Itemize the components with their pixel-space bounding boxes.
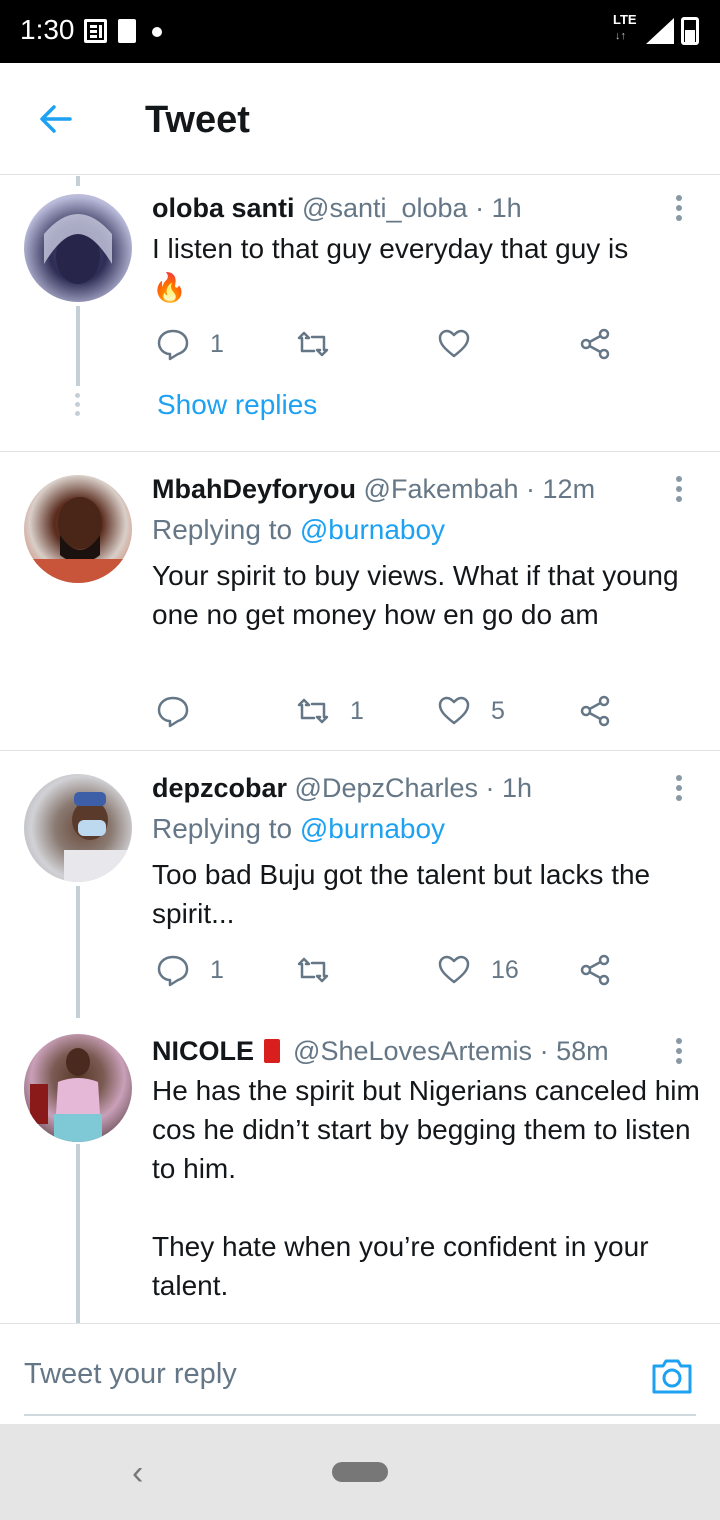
display-name[interactable]: depzcobar: [152, 773, 287, 803]
thread-gap-dots: [75, 393, 81, 420]
replying-to: Replying to @burnaboy: [152, 514, 445, 546]
replying-to-handle[interactable]: @burnaboy: [300, 813, 445, 844]
more-options-icon[interactable]: [676, 476, 684, 502]
timestamp: · 58m: [539, 1036, 609, 1066]
heart-icon: [438, 696, 470, 725]
replying-to-label: Replying to: [152, 514, 293, 545]
divider: [0, 451, 720, 452]
reply-icon: [157, 955, 189, 987]
reply-count: 1: [210, 955, 224, 984]
data-arrows-icon: ↓↑: [615, 30, 626, 42]
reply-icon: [157, 329, 189, 361]
heart-icon: [438, 955, 470, 984]
handle[interactable]: @santi_oloba: [302, 193, 468, 223]
avatar[interactable]: [24, 1034, 132, 1142]
app-header: Tweet: [0, 63, 720, 175]
handle[interactable]: @DepzCharles: [295, 773, 478, 803]
thread-line: [76, 886, 80, 1018]
thread-line: [76, 306, 80, 386]
heart-icon: [438, 329, 470, 358]
tweet-header: depzcobar @DepzCharles · 1h: [152, 773, 532, 804]
red-envelope-emoji: [263, 1039, 280, 1063]
status-time: 1:30: [20, 14, 75, 45]
tweet-text: Too bad Buju got the talent but lacks th…: [152, 859, 651, 929]
share-button[interactable]: [578, 693, 612, 729]
nav-home-pill[interactable]: [332, 1462, 388, 1482]
nav-back-icon[interactable]: ‹: [132, 1454, 143, 1493]
more-options-icon[interactable]: [676, 775, 684, 801]
share-icon: [580, 954, 610, 986]
display-name[interactable]: oloba santi: [152, 193, 295, 223]
tweet-header: MbahDeyforyou @Fakembah · 12m: [152, 474, 595, 505]
retweet-icon: [297, 331, 329, 357]
display-name[interactable]: NICOLE: [152, 1036, 254, 1066]
like-button[interactable]: 16: [437, 952, 519, 988]
like-button[interactable]: 5: [437, 693, 505, 729]
replying-to-handle[interactable]: @burnaboy: [300, 514, 445, 545]
display-name[interactable]: MbahDeyforyou: [152, 474, 356, 504]
share-icon: [580, 328, 610, 360]
tweet-paragraph: He has the spirit but Nigerians canceled…: [152, 1075, 700, 1184]
avatar[interactable]: [24, 774, 132, 882]
notification-dot-icon: [152, 27, 162, 37]
camera-icon[interactable]: [650, 1356, 694, 1396]
page-title: Tweet: [145, 99, 250, 141]
tweet-text: Your spirit to buy views. What if that y…: [152, 560, 679, 630]
back-arrow-icon[interactable]: [36, 99, 76, 139]
more-options-icon[interactable]: [676, 195, 684, 221]
timestamp: · 1h: [475, 193, 522, 223]
replying-to: Replying to @burnaboy: [152, 813, 445, 845]
like-count: 16: [491, 955, 519, 984]
retweet-button[interactable]: [296, 952, 330, 988]
handle[interactable]: @SheLovesArtemis: [293, 1036, 532, 1066]
avatar[interactable]: [24, 194, 132, 302]
avatar[interactable]: [24, 475, 132, 583]
status-bar: 1:30 LTE ↓↑: [0, 0, 720, 63]
reply-composer: Tweet your reply: [0, 1323, 720, 1423]
reply-button[interactable]: 1: [156, 326, 224, 362]
timestamp: · 1h: [485, 773, 533, 803]
like-count: 5: [491, 696, 505, 725]
share-button[interactable]: [578, 952, 612, 988]
divider: [0, 750, 720, 751]
share-icon: [580, 695, 610, 727]
tweet-header: oloba santi @santi_oloba · 1h: [152, 193, 522, 224]
battery-icon: [681, 17, 699, 45]
news-icon: [84, 19, 107, 43]
retweet-button[interactable]: 1: [296, 693, 364, 729]
retweet-icon: [297, 957, 329, 983]
replying-to-label: Replying to: [152, 813, 293, 844]
retweet-count: 1: [350, 696, 364, 725]
like-button[interactable]: [437, 326, 471, 362]
handle[interactable]: @Fakembah: [364, 474, 519, 504]
system-nav-bar: ‹: [0, 1424, 720, 1520]
reply-count: 1: [210, 329, 224, 358]
reply-button[interactable]: [156, 693, 190, 729]
reply-icon: [157, 696, 189, 728]
reply-input[interactable]: Tweet your reply: [24, 1358, 237, 1391]
retweet-button[interactable]: [296, 326, 330, 362]
thread-line: [76, 1144, 80, 1324]
signal-icon: [646, 18, 674, 44]
retweet-icon: [297, 698, 329, 724]
reply-underline: [24, 1414, 696, 1416]
tweet-header: NICOLE @SheLovesArtemis · 58m: [152, 1036, 609, 1067]
fire-emoji: 🔥: [152, 272, 187, 303]
tweet-text: He has the spirit but Nigerians canceled…: [152, 1071, 702, 1305]
network-type: LTE: [613, 12, 637, 27]
share-button[interactable]: [578, 326, 612, 362]
thread-line: [76, 176, 80, 186]
show-replies-link[interactable]: Show replies: [157, 389, 317, 421]
more-options-icon[interactable]: [676, 1038, 684, 1064]
tweet-text-content: I listen to that guy everyday that guy i…: [152, 233, 629, 264]
tweet-text: I listen to that guy everyday that guy i…: [152, 229, 697, 307]
reply-button[interactable]: 1: [156, 952, 224, 988]
sd-card-icon: [118, 19, 136, 43]
timestamp: · 12m: [526, 474, 596, 504]
tweet-paragraph: They hate when you’re confident in your …: [152, 1231, 649, 1301]
